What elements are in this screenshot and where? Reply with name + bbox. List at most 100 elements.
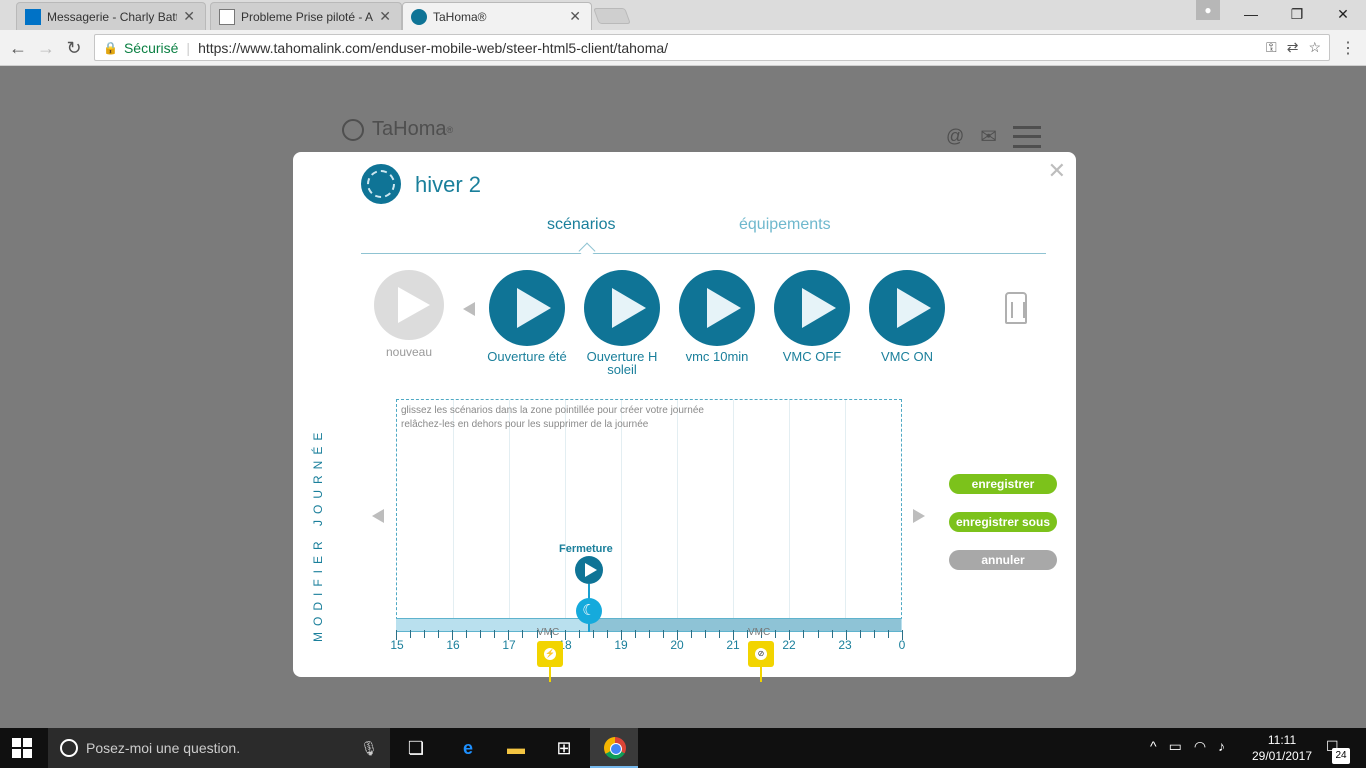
back-button[interactable]: ← bbox=[6, 36, 30, 60]
timeline-hint: glissez les scénarios dans la zone point… bbox=[401, 405, 704, 430]
timeline-tick bbox=[831, 630, 833, 638]
outlook-icon bbox=[25, 8, 41, 25]
scenario-ouverture-ete[interactable]: Ouverture été bbox=[487, 270, 567, 363]
event-vmc-off-tag[interactable]: ⊘ bbox=[748, 641, 774, 667]
windows-taskbar: Posez-moi une question. 🎙 ❏ e ▬ ⊞ ^ ▭ ◠ … bbox=[0, 728, 1366, 768]
notification-count-badge: 24 bbox=[1332, 748, 1350, 764]
restore-button[interactable]: ❐ bbox=[1274, 0, 1320, 28]
mail-icon[interactable]: ✉ bbox=[980, 124, 997, 149]
tab-messagerie[interactable]: Messagerie - Charly Batt ✕ bbox=[16, 2, 206, 30]
timeline-tick bbox=[859, 630, 861, 638]
edge-icon[interactable]: e bbox=[456, 736, 480, 760]
close-window-button[interactable]: ✕ bbox=[1320, 0, 1366, 28]
modal-tabs: scénarios équipements bbox=[361, 214, 1046, 260]
cortana-search-box[interactable]: Posez-moi une question. 🎙 bbox=[48, 728, 390, 768]
new-tab-button[interactable] bbox=[593, 8, 631, 24]
event-vmc-label: VMC bbox=[537, 627, 560, 638]
scenario-vmc-off[interactable]: VMC OFF bbox=[772, 270, 852, 363]
modal-title: hiver 2 bbox=[415, 172, 482, 197]
hour-label: 21 bbox=[726, 638, 740, 652]
forward-button[interactable]: → bbox=[34, 36, 58, 60]
tahoma-icon bbox=[411, 8, 427, 25]
timeline-next-arrow[interactable] bbox=[913, 509, 925, 523]
hour-label: 20 bbox=[670, 638, 684, 652]
timeline-tick bbox=[634, 630, 636, 638]
event-vmc-on-tag[interactable]: ⚡ bbox=[537, 641, 563, 667]
timeline-tick bbox=[691, 630, 693, 638]
timeline-prev-arrow[interactable] bbox=[372, 509, 384, 523]
play-icon bbox=[679, 270, 755, 346]
minimize-button[interactable]: — bbox=[1228, 0, 1274, 28]
timeline-tick bbox=[719, 630, 721, 638]
new-scenario-button[interactable]: nouveau bbox=[369, 270, 449, 359]
tab-scenarios[interactable]: scénarios bbox=[547, 216, 615, 234]
tab-probleme[interactable]: Probleme Prise piloté - A ✕ bbox=[210, 2, 402, 30]
internet-icon[interactable]: @ bbox=[946, 126, 964, 147]
scenario-vmc-on[interactable]: VMC ON bbox=[867, 270, 947, 363]
translate-icon[interactable]: ⇄ bbox=[1287, 39, 1299, 56]
timeline-tick bbox=[494, 630, 496, 638]
address-bar[interactable]: 🔒 Sécurisé | https://www.tahomalink.com/… bbox=[94, 34, 1330, 61]
moon-icon[interactable]: ☾ bbox=[576, 598, 602, 624]
trash-icon[interactable] bbox=[1005, 292, 1027, 324]
vmc-on-icon: ⚡ bbox=[544, 648, 556, 660]
timeline-drop-zone[interactable]: glissez les scénarios dans la zone point… bbox=[396, 399, 902, 625]
hour-label: 15 bbox=[390, 638, 404, 652]
play-icon bbox=[869, 270, 945, 346]
system-tray: ^ ▭ ◠ ♪ bbox=[1150, 738, 1225, 755]
chrome-icon bbox=[604, 737, 626, 759]
save-as-button[interactable]: enregistrer sous bbox=[949, 512, 1057, 532]
timeline-tick bbox=[410, 630, 412, 638]
home-icon bbox=[342, 118, 364, 141]
hour-label: 16 bbox=[446, 638, 460, 652]
tab-equipements[interactable]: équipements bbox=[739, 216, 831, 234]
close-icon[interactable]: ✕ bbox=[1048, 158, 1066, 184]
wifi-icon[interactable]: ◠ bbox=[1194, 738, 1206, 755]
play-icon bbox=[489, 270, 565, 346]
timeline-tick bbox=[803, 630, 805, 638]
play-icon bbox=[774, 270, 850, 346]
task-view-icon[interactable]: ❏ bbox=[404, 736, 428, 760]
scenario-ouverture-h-soleil[interactable]: Ouverture H soleil bbox=[582, 270, 662, 376]
timeline-tick bbox=[480, 630, 482, 638]
volume-icon[interactable]: ♪ bbox=[1218, 738, 1225, 755]
battery-icon[interactable]: ▭ bbox=[1169, 738, 1182, 755]
hour-label: 22 bbox=[782, 638, 796, 652]
close-icon[interactable]: ✕ bbox=[569, 8, 581, 25]
play-icon bbox=[584, 270, 660, 346]
timeline-tick bbox=[424, 630, 426, 638]
timeline-tick bbox=[592, 630, 594, 638]
timeline-tick bbox=[466, 630, 468, 638]
tab-tahoma[interactable]: TaHoma® ✕ bbox=[402, 2, 592, 30]
file-explorer-icon[interactable]: ▬ bbox=[504, 736, 528, 760]
close-icon[interactable]: ✕ bbox=[183, 8, 195, 25]
modifier-journee-label: MODIFIER JOURNÉE bbox=[311, 426, 325, 642]
taskbar-clock[interactable]: 11:11 29/01/2017 bbox=[1244, 732, 1320, 764]
store-icon[interactable]: ⊞ bbox=[552, 736, 576, 760]
timeline-tick bbox=[578, 630, 580, 638]
timeline-tick bbox=[438, 630, 440, 638]
scenarios-scroll-left[interactable] bbox=[463, 302, 475, 316]
close-icon[interactable]: ✕ bbox=[379, 8, 391, 25]
start-icon[interactable] bbox=[12, 738, 32, 758]
menu-icon[interactable] bbox=[1013, 125, 1042, 148]
document-icon bbox=[219, 8, 235, 25]
event-fermeture-label: Fermeture bbox=[559, 543, 613, 555]
reload-button[interactable]: ↻ bbox=[62, 36, 86, 60]
cortana-icon bbox=[60, 739, 78, 757]
lock-icon: 🔒 bbox=[103, 40, 118, 55]
key-icon[interactable]: ⚿ bbox=[1266, 39, 1277, 56]
microphone-icon[interactable]: 🎙 bbox=[360, 740, 378, 757]
timeline-tick bbox=[662, 630, 664, 638]
cancel-button[interactable]: annuler bbox=[949, 550, 1057, 570]
save-button[interactable]: enregistrer bbox=[949, 474, 1057, 494]
scenario-vmc-10min[interactable]: vmc 10min bbox=[677, 270, 757, 363]
tahoma-logo: TaHoma ® bbox=[342, 118, 453, 141]
profile-icon[interactable]: ● bbox=[1196, 0, 1220, 20]
browser-menu-icon[interactable]: ⋮ bbox=[1340, 38, 1356, 58]
event-fermeture-play-icon[interactable] bbox=[575, 556, 603, 584]
chevron-up-icon[interactable]: ^ bbox=[1150, 738, 1157, 755]
star-icon[interactable]: ☆ bbox=[1308, 39, 1321, 56]
day-editor-modal: ✕ hiver 2 scénarios équipements nouveau … bbox=[293, 152, 1076, 682]
timeline-tick bbox=[705, 630, 707, 638]
